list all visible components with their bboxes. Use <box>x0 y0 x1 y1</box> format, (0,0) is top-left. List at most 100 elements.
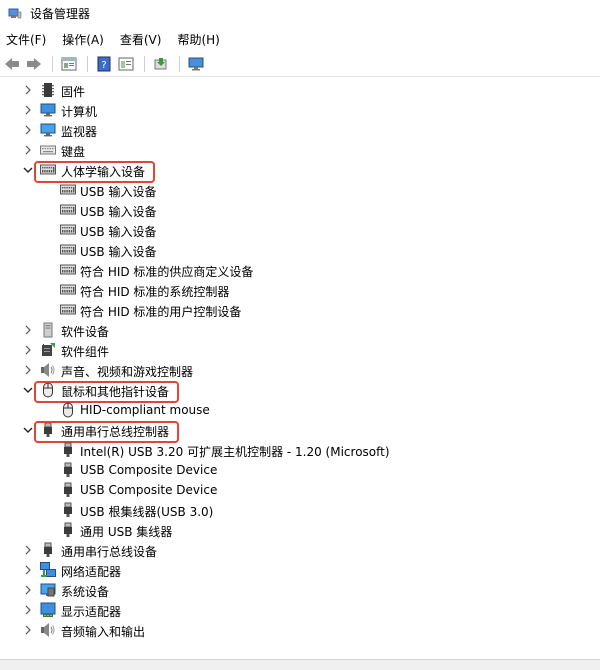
tree-category-row[interactable]: 显示适配器 <box>0 600 600 620</box>
tree-category-row[interactable]: 监视器 <box>0 120 600 140</box>
chevron-down-icon[interactable] <box>23 425 33 435</box>
software-device-icon <box>40 322 56 338</box>
tree-category-row[interactable]: 音频输入和输出 <box>0 620 600 640</box>
tree-device-row[interactable]: USB 输入设备 <box>0 200 600 220</box>
tree-item-label: 监视器 <box>61 125 98 139</box>
tree-item-label: HID-compliant mouse <box>80 403 210 417</box>
chevron-right-icon[interactable] <box>23 345 33 355</box>
tree-category-row[interactable]: 软件组件 <box>0 340 600 360</box>
menu-view[interactable]: 查看(V) <box>120 28 162 51</box>
view-icon[interactable] <box>116 55 136 73</box>
chevron-right-icon[interactable] <box>23 125 33 135</box>
usb-icon <box>60 502 76 518</box>
tree-device-row[interactable]: 符合 HID 标准的用户控制设备 <box>0 300 600 320</box>
tree-item-label: USB 输入设备 <box>80 205 157 219</box>
chevron-down-icon[interactable] <box>23 385 33 395</box>
tree-category-row[interactable]: 固件 <box>0 80 600 100</box>
tree-device-row[interactable]: USB 输入设备 <box>0 240 600 260</box>
tree-category-row[interactable]: 计算机 <box>0 100 600 120</box>
usb-icon <box>60 482 76 498</box>
chevron-right-icon[interactable] <box>23 625 33 635</box>
hid-icon <box>60 202 76 218</box>
software-component-icon <box>40 342 56 358</box>
tree-item-label: USB Composite Device <box>80 483 218 497</box>
properties-icon[interactable] <box>59 55 79 73</box>
chevron-right-icon[interactable] <box>23 545 33 555</box>
hid-icon <box>60 302 76 318</box>
tree-device-row[interactable]: USB Composite Device <box>0 460 600 480</box>
device-manager-app-icon <box>8 6 22 20</box>
tree-item-label: Intel(R) USB 3.20 可扩展主机控制器 - 1.20 (Micro… <box>80 445 390 459</box>
network-icon <box>40 562 56 578</box>
tree-item-label: 计算机 <box>61 105 98 119</box>
svg-text:?: ? <box>101 60 106 71</box>
usb-icon <box>60 462 76 478</box>
tree-item-label: 软件组件 <box>61 345 110 359</box>
hid-icon <box>60 182 76 198</box>
tree-item-label: 符合 HID 标准的系统控制器 <box>80 285 230 299</box>
tree-category-row[interactable]: 鼠标和其他指针设备 <box>0 380 600 403</box>
tree-device-row[interactable]: USB 输入设备 <box>0 180 600 200</box>
tree-category-row[interactable]: 系统设备 <box>0 580 600 600</box>
tree-category-row[interactable]: 通用串行总线控制器 <box>0 420 600 443</box>
menu-file[interactable]: 文件(F) <box>6 28 46 51</box>
chevron-right-icon[interactable] <box>23 585 33 595</box>
forward-icon[interactable] <box>24 55 44 73</box>
chevron-right-icon[interactable] <box>23 605 33 615</box>
usb-icon <box>40 542 56 558</box>
menu-action[interactable]: 操作(A) <box>62 28 104 51</box>
mouse-icon <box>60 402 76 418</box>
chevron-right-icon[interactable] <box>23 85 33 95</box>
chevron-right-icon[interactable] <box>23 105 33 115</box>
tree-device-row[interactable]: 符合 HID 标准的供应商定义设备 <box>0 260 600 280</box>
tree-device-row[interactable]: USB 根集线器(USB 3.0) <box>0 500 600 520</box>
menu-help[interactable]: 帮助(H) <box>177 28 219 51</box>
tree-device-row[interactable]: Intel(R) USB 3.20 可扩展主机控制器 - 1.20 (Micro… <box>0 440 600 460</box>
tree-item-label: USB 输入设备 <box>80 225 157 239</box>
tree-item-label: 通用 USB 集线器 <box>80 525 173 539</box>
status-bar <box>0 659 600 670</box>
toolbar-separator <box>52 56 53 72</box>
chevron-right-icon[interactable] <box>23 145 33 155</box>
toolbar-separator <box>179 56 180 72</box>
chevron-right-icon[interactable] <box>23 565 33 575</box>
tree-category-row[interactable]: 声音、视频和游戏控制器 <box>0 360 600 380</box>
title-bar: 设备管理器 <box>0 0 600 26</box>
tree-category-row[interactable]: 通用串行总线设备 <box>0 540 600 560</box>
tree-item-label: 符合 HID 标准的用户控制设备 <box>80 305 242 319</box>
tree-category-row[interactable]: 人体学输入设备 <box>0 160 600 183</box>
update-driver-icon[interactable] <box>151 55 171 73</box>
tree-device-row[interactable]: USB Composite Device <box>0 480 600 500</box>
computer-icon <box>40 102 56 118</box>
monitor-icon[interactable] <box>186 55 206 73</box>
chevron-down-icon[interactable] <box>23 165 33 175</box>
hid-icon <box>60 242 76 258</box>
tree-category-row[interactable]: 网络适配器 <box>0 560 600 580</box>
tree-device-row[interactable]: 通用 USB 集线器 <box>0 520 600 540</box>
tree-device-row[interactable]: HID-compliant mouse <box>0 400 600 420</box>
hid-icon <box>60 282 76 298</box>
tree-item-label: 固件 <box>61 85 86 99</box>
tree-item-label: 显示适配器 <box>61 605 122 619</box>
firmware-icon <box>40 82 56 98</box>
chevron-right-icon[interactable] <box>23 365 33 375</box>
tree-item-label: 网络适配器 <box>61 565 122 579</box>
keyboard-icon <box>40 142 56 158</box>
window-title: 设备管理器 <box>30 6 91 21</box>
tree-item-label: USB 输入设备 <box>80 185 157 199</box>
tree-item-label: 符合 HID 标准的供应商定义设备 <box>80 265 254 279</box>
tree-device-row[interactable]: 符合 HID 标准的系统控制器 <box>0 280 600 300</box>
back-icon[interactable] <box>2 55 22 73</box>
chevron-right-icon[interactable] <box>23 325 33 335</box>
tree-item-label: USB 根集线器(USB 3.0) <box>80 505 214 519</box>
tree-category-row[interactable]: 键盘 <box>0 140 600 160</box>
monitor-icon <box>40 122 56 138</box>
tree-device-row[interactable]: USB 输入设备 <box>0 220 600 240</box>
tree-item-label: USB 输入设备 <box>80 245 157 259</box>
display-adapter-icon <box>40 602 56 618</box>
help-icon[interactable]: ? <box>94 55 114 73</box>
system-icon <box>40 582 56 598</box>
toolbar-separator <box>87 56 88 72</box>
tree-category-row[interactable]: 软件设备 <box>0 320 600 340</box>
speaker-icon <box>40 362 56 378</box>
